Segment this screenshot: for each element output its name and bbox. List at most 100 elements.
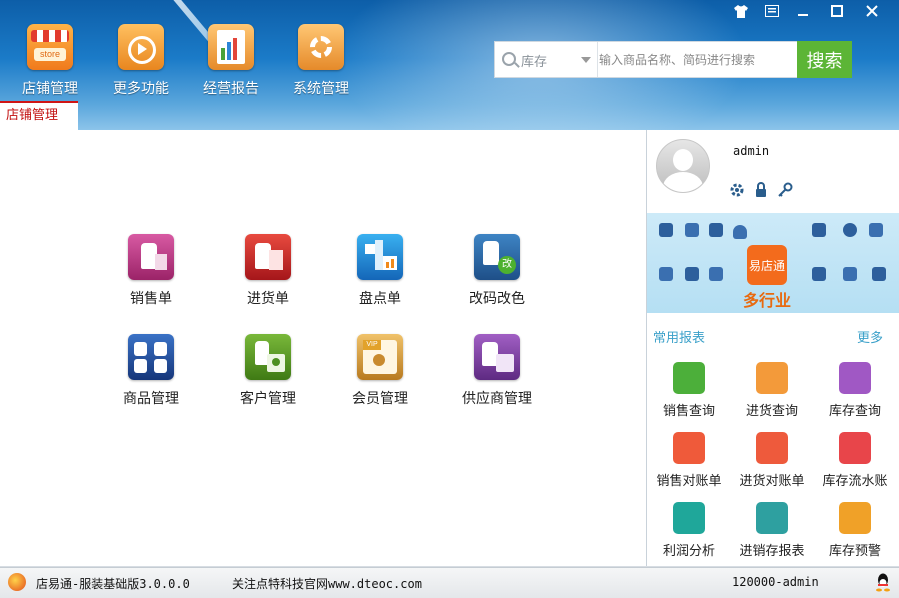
function-label: 销售单	[130, 291, 172, 307]
toolbar-system-management[interactable]: 系统管理	[281, 24, 361, 98]
report-icon	[208, 24, 254, 70]
function-label: 商品管理	[123, 391, 179, 407]
garment-shape	[134, 342, 147, 356]
garment-shape	[154, 342, 167, 356]
stock-query-icon	[839, 362, 871, 394]
report-stock-query[interactable]: 库存查询	[813, 362, 897, 419]
supplier-icon	[474, 334, 520, 380]
toolbar-store-management[interactable]: store 店铺管理	[10, 24, 90, 98]
function-member-management[interactable]: VIP 会员管理	[325, 334, 435, 408]
app-logo-icon	[8, 573, 26, 591]
tab-store-management[interactable]: 店铺管理	[0, 101, 78, 130]
card-shape	[496, 354, 514, 372]
inventory-count-icon	[357, 234, 403, 280]
garment-shape	[134, 359, 147, 373]
sales-statement-icon	[673, 432, 705, 464]
password-button[interactable]	[777, 182, 793, 198]
reports-more-link[interactable]: 更多	[857, 327, 883, 346]
user-name: admin	[733, 144, 770, 158]
block-shape	[375, 240, 383, 270]
inout-report-icon	[756, 502, 788, 534]
function-purchase-order[interactable]: 进货单	[213, 234, 323, 308]
bar-shape	[227, 42, 231, 60]
report-label: 库存流水账	[822, 474, 888, 489]
close-icon	[866, 5, 878, 17]
vip-badge: VIP	[363, 340, 381, 350]
shirt-icon	[685, 223, 699, 237]
toolbar-label: 店铺管理	[22, 81, 78, 97]
settings-button[interactable]	[729, 182, 745, 198]
report-purchase-query[interactable]: 进货查询	[730, 362, 814, 419]
product-version: 店易通-服装基础版3.0.0.0	[36, 577, 190, 591]
purchase-statement-icon	[756, 432, 788, 464]
search-category-select[interactable]: 库存	[495, 42, 598, 77]
tools-icon	[118, 24, 164, 70]
bar-shape	[386, 262, 389, 268]
coat-icon	[659, 223, 673, 237]
garment-shape	[154, 359, 167, 373]
reports-title: 常用报表	[653, 331, 706, 346]
function-supplier-management[interactable]: 供应商管理	[442, 334, 552, 408]
toolbar-more-functions[interactable]: 更多功能	[101, 24, 181, 98]
report-label: 进销存报表	[739, 544, 805, 559]
store-icon: store	[27, 24, 73, 70]
camera-icon	[812, 223, 826, 237]
report-sales-statement[interactable]: 销售对账单	[647, 432, 731, 489]
change-badge: 改	[498, 256, 516, 274]
dress-shape	[483, 241, 499, 265]
skin-button[interactable]	[728, 2, 754, 20]
header-bar: store 店铺管理 更多功能 经营报告 系统管理 库存 搜索	[0, 0, 899, 130]
block-shape	[365, 244, 375, 254]
sheet-shape	[269, 250, 283, 270]
sales-query-icon	[673, 362, 705, 394]
banner-logo: 易店通	[747, 245, 787, 285]
sales-order-icon	[128, 234, 174, 280]
report-label: 销售对账单	[656, 474, 722, 489]
search-button[interactable]: 搜索	[797, 41, 852, 78]
printer-icon	[872, 267, 886, 281]
report-purchase-statement[interactable]: 进货对账单	[730, 432, 814, 489]
report-label: 利润分析	[662, 544, 715, 559]
product-icon	[128, 334, 174, 380]
awning-shape	[31, 30, 69, 42]
function-change-code-color[interactable]: 改 改码改色	[442, 234, 552, 308]
gear-shape	[310, 36, 332, 58]
shoe-icon	[709, 223, 723, 237]
function-product-management[interactable]: 商品管理	[96, 334, 206, 408]
avatar[interactable]	[656, 139, 710, 193]
person-shape	[373, 354, 385, 366]
mitten-icon	[685, 267, 699, 281]
promo-banner[interactable]: 易店通 多行业	[647, 213, 899, 313]
maximize-button[interactable]	[824, 2, 850, 20]
function-sales-order[interactable]: 销售单	[96, 234, 206, 308]
report-stock-ledger[interactable]: 库存流水账	[813, 432, 897, 489]
report-label: 库存查询	[828, 404, 881, 419]
cap-icon	[733, 225, 747, 239]
profit-icon	[673, 502, 705, 534]
function-inventory-count[interactable]: 盘点单	[325, 234, 435, 308]
main-panel: 销售单 进货单 盘点单 改 改码改色 商品管理 客户管理 VIP 会员管理 供应…	[0, 130, 646, 567]
purchase-query-icon	[756, 362, 788, 394]
tools-icon	[843, 267, 857, 281]
lock-button[interactable]	[753, 182, 769, 198]
function-label: 进货单	[247, 291, 289, 307]
website-notice[interactable]: 关注点特科技官网www.dteoc.com	[232, 575, 422, 592]
minimize-button[interactable]	[790, 2, 816, 20]
ball-icon	[843, 223, 857, 237]
close-button[interactable]	[859, 2, 885, 20]
toolbar-business-report[interactable]: 经营报告	[191, 24, 271, 98]
report-sales-query[interactable]: 销售查询	[647, 362, 731, 419]
menu-button[interactable]	[759, 2, 785, 20]
report-stock-alert[interactable]: 库存预警	[813, 502, 897, 559]
lock-icon	[756, 182, 766, 197]
qq-button[interactable]	[875, 572, 891, 592]
system-icon	[298, 24, 344, 70]
flask-icon	[869, 223, 883, 237]
function-label: 盘点单	[359, 291, 401, 307]
report-profit-analysis[interactable]: 利润分析	[647, 502, 731, 559]
report-inout-report[interactable]: 进销存报表	[730, 502, 814, 559]
function-customer-management[interactable]: 客户管理	[213, 334, 323, 408]
search-input[interactable]	[599, 42, 795, 77]
avatar-head-shape	[673, 149, 693, 171]
report-label: 进货对账单	[739, 474, 805, 489]
